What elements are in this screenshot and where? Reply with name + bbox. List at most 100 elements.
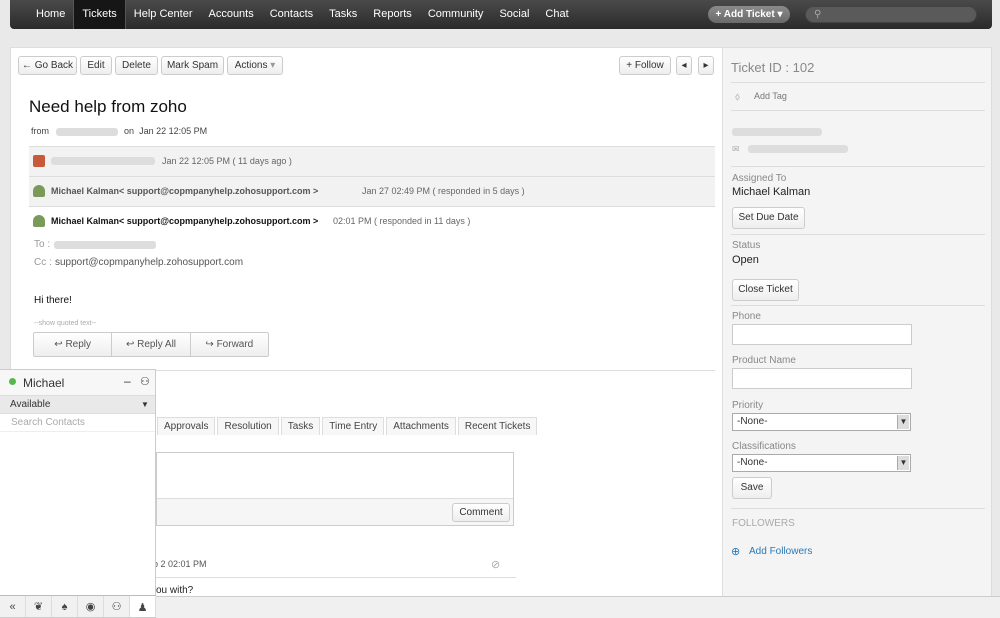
globe-icon[interactable]: ◉ bbox=[78, 596, 104, 617]
next-ticket-button[interactable]: ▸ bbox=[698, 56, 714, 75]
assigned-to-value[interactable]: Michael Kalman bbox=[732, 186, 810, 198]
user-icon[interactable]: ♟ bbox=[130, 596, 156, 617]
thread-meta: Jan 27 02:49 PM ( responded in 5 days ) bbox=[362, 186, 525, 196]
nav-social[interactable]: Social bbox=[491, 0, 537, 29]
agent-icon bbox=[33, 185, 45, 197]
tab-tasks[interactable]: Tasks bbox=[280, 417, 321, 435]
reply-icon: ↩ bbox=[54, 339, 63, 350]
global-search[interactable]: ⚲ bbox=[805, 6, 977, 23]
thread-sender: Michael Kalman< support@copmpanyhelp.zoh… bbox=[51, 216, 319, 226]
divider bbox=[731, 234, 985, 235]
comment-footer: Comment bbox=[157, 498, 513, 525]
collapse-icon[interactable]: « bbox=[0, 596, 26, 617]
bell-icon[interactable]: ♠ bbox=[52, 596, 78, 617]
follow-button[interactable]: + Follow bbox=[619, 56, 671, 75]
delete-button[interactable]: Delete bbox=[115, 56, 158, 75]
redacted-contact-name bbox=[732, 128, 822, 136]
chat-status-select[interactable]: Available ▼ bbox=[0, 396, 155, 414]
classifications-select[interactable]: -None- ▼ bbox=[732, 454, 911, 472]
ticket-subject: Need help from zoho bbox=[29, 97, 187, 116]
group-icon[interactable]: ⚇ bbox=[104, 596, 130, 617]
tab-approvals[interactable]: Approvals bbox=[157, 417, 216, 435]
nav-reports[interactable]: Reports bbox=[365, 0, 420, 29]
chat-widget: Michael – ⚇ Available ▼ Search Contacts … bbox=[0, 369, 156, 618]
divider bbox=[731, 305, 985, 306]
redacted-sender bbox=[55, 127, 118, 136]
ticket-from-line: from on Jan 22 12:05 PM bbox=[31, 126, 207, 136]
forward-button[interactable]: ↪ Forward bbox=[191, 333, 268, 356]
reply-all-button[interactable]: ↩ Reply All bbox=[112, 333, 191, 356]
chat-user-name: Michael bbox=[23, 376, 65, 390]
top-navbar: Home Tickets Help Center Accounts Contac… bbox=[10, 0, 992, 29]
prev-ticket-button[interactable]: ◂ bbox=[676, 56, 692, 75]
add-contact-icon[interactable]: ⚇ bbox=[140, 375, 150, 388]
thread-item-2[interactable]: Michael Kalman< support@copmpanyhelp.zoh… bbox=[29, 176, 715, 206]
thread-meta: 02:01 PM ( responded in 11 days ) bbox=[333, 216, 471, 226]
reply-button[interactable]: ↩ Reply bbox=[34, 333, 113, 356]
actions-button[interactable]: Actions ▾ bbox=[227, 56, 283, 75]
redacted-contact-email bbox=[748, 145, 848, 153]
ticket-id: Ticket ID : 102 bbox=[731, 60, 815, 75]
add-ticket-label: + Add Ticket bbox=[715, 9, 775, 20]
tag-icon: ⬨ bbox=[735, 91, 740, 103]
reply-all-label: Reply All bbox=[137, 339, 177, 350]
divider bbox=[156, 577, 516, 578]
divider bbox=[731, 110, 985, 111]
edit-button[interactable]: Edit bbox=[80, 56, 112, 75]
nav-community[interactable]: Community bbox=[420, 0, 492, 29]
nav-chat[interactable]: Chat bbox=[537, 0, 576, 29]
priority-select[interactable]: -None- ▼ bbox=[732, 413, 911, 431]
comment-editor[interactable]: Comment bbox=[156, 452, 514, 526]
phone-field[interactable] bbox=[732, 324, 912, 345]
mark-spam-button[interactable]: Mark Spam bbox=[161, 56, 224, 75]
thread-sender: Michael Kalman< support@copmpanyhelp.zoh… bbox=[51, 186, 319, 196]
search-contacts-input[interactable]: Search Contacts bbox=[0, 414, 155, 432]
nav-tasks[interactable]: Tasks bbox=[321, 0, 365, 29]
status-label: Status bbox=[732, 240, 761, 251]
nav-accounts[interactable]: Accounts bbox=[200, 0, 261, 29]
product-name-field[interactable] bbox=[732, 368, 912, 389]
show-quoted-link[interactable]: --show quoted text-- bbox=[34, 320, 96, 327]
nav-tickets[interactable]: Tickets bbox=[73, 0, 126, 29]
actions-label: Actions bbox=[234, 60, 268, 71]
add-followers-link[interactable]: Add Followers bbox=[749, 546, 812, 557]
reply-toolbar: ↩ Reply ↩ Reply All ↪ Forward bbox=[33, 332, 269, 357]
cc-label: Cc : bbox=[34, 257, 52, 268]
message-body: Hi there! bbox=[34, 295, 72, 306]
add-tag-link[interactable]: Add Tag bbox=[754, 91, 787, 101]
nav-contacts[interactable]: Contacts bbox=[262, 0, 321, 29]
search-input[interactable] bbox=[826, 8, 971, 21]
chevron-down-icon: ▼ bbox=[141, 400, 149, 409]
tab-resolution[interactable]: Resolution bbox=[217, 417, 279, 435]
chevron-down-icon: ▼ bbox=[897, 456, 909, 470]
chevron-down-icon: ▾ bbox=[777, 9, 783, 20]
redacted-sender bbox=[51, 157, 155, 165]
chat-bubbles-icon[interactable]: ❦ bbox=[26, 596, 52, 617]
nav-help-center[interactable]: Help Center bbox=[126, 0, 201, 29]
comment-button[interactable]: Comment bbox=[452, 503, 510, 522]
tab-recent-tickets[interactable]: Recent Tickets bbox=[457, 417, 538, 435]
product-name-label: Product Name bbox=[732, 355, 796, 366]
nav-home[interactable]: Home bbox=[28, 0, 73, 29]
minimize-icon[interactable]: – bbox=[124, 374, 131, 388]
redacted-recipient bbox=[54, 241, 156, 249]
classifications-value: -None- bbox=[737, 457, 768, 468]
on-label: on bbox=[124, 126, 135, 136]
set-due-date-button[interactable]: Set Due Date bbox=[732, 207, 805, 229]
cc-value: support@copmpanyhelp.zohosupport.com bbox=[55, 257, 244, 268]
chat-toolbar: « ❦ ♠ ◉ ⚇ ♟ bbox=[0, 595, 156, 617]
thread-item-1[interactable]: Jan 22 12:05 PM ( 11 days ago ) bbox=[29, 146, 715, 176]
go-back-button[interactable]: ← Go Back bbox=[18, 56, 77, 75]
comment-snippet: ou with? bbox=[156, 585, 194, 596]
close-ticket-button[interactable]: Close Ticket bbox=[732, 279, 799, 301]
status-value: Open bbox=[732, 254, 759, 266]
classifications-label: Classifications bbox=[732, 441, 796, 452]
to-label: To : bbox=[34, 239, 51, 250]
agent-icon bbox=[33, 215, 45, 227]
divider bbox=[731, 166, 985, 167]
save-button[interactable]: Save bbox=[732, 477, 772, 499]
add-ticket-button[interactable]: + Add Ticket ▾ bbox=[708, 6, 790, 23]
hide-icon[interactable]: ⊘ bbox=[491, 558, 500, 571]
tab-time-entry[interactable]: Time Entry bbox=[322, 417, 385, 435]
tab-attachments[interactable]: Attachments bbox=[386, 417, 456, 435]
